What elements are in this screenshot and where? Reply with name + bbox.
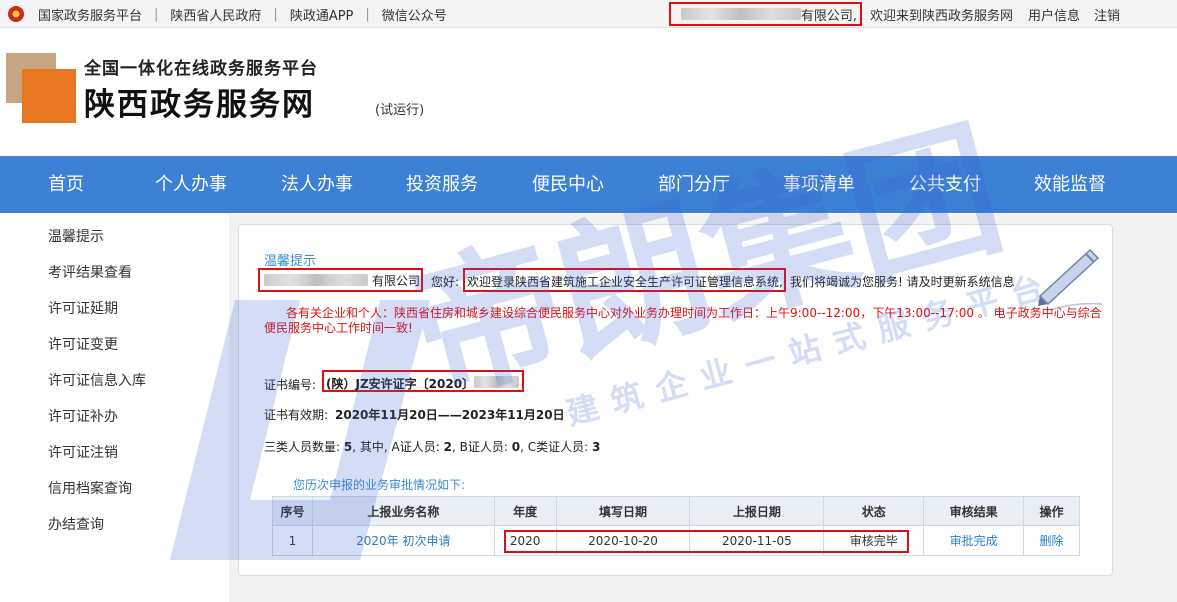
notice-line-2: 便民服务中心工作时间一致! xyxy=(264,321,413,335)
staff-label: 三类人员数量: xyxy=(264,440,341,454)
tip-title: 温馨提示 xyxy=(264,254,317,269)
history-caption: 您历次申报的业务审批情况如下: xyxy=(293,478,466,492)
col-report-date: 上报日期 xyxy=(689,496,825,526)
nav-departments[interactable]: 部门分厅 xyxy=(658,156,730,213)
staff-count-row: 三类人员数量: 5, 其中, A证人员: 2, B证人员: 0, C类证人员: … xyxy=(264,440,601,454)
col-business-name: 上报业务名称 xyxy=(311,496,495,526)
redacted-company-name xyxy=(680,8,801,20)
a-value: 2 xyxy=(443,440,452,454)
delete-link[interactable]: 删除 xyxy=(1023,525,1080,556)
separator: | xyxy=(273,6,278,22)
col-status: 状态 xyxy=(823,496,925,526)
sidebar-item-tips[interactable]: 温馨提示 xyxy=(48,226,104,246)
sidebar-item-entry[interactable]: 许可证信息入库 xyxy=(48,370,146,390)
b-label: B证人员: xyxy=(459,440,508,454)
sidebar-item-reissue[interactable]: 许可证补办 xyxy=(48,406,118,426)
c-label: C类证人员: xyxy=(527,440,589,454)
nav-home[interactable]: 首页 xyxy=(48,156,84,213)
site-title[interactable]: 陕西政务服务网 xyxy=(84,79,315,124)
nav-investment[interactable]: 投资服务 xyxy=(406,156,478,213)
company-suffix: 有限公司 xyxy=(372,274,421,288)
site-header: 全国一体化在线政务服务平台 陕西政务服务网 (试运行) xyxy=(0,29,1177,156)
sidebar-item-change[interactable]: 许可证变更 xyxy=(48,334,118,354)
staff-total: 5 xyxy=(343,440,353,454)
national-emblem-icon xyxy=(8,6,24,22)
link-national-platform[interactable]: 国家政务服务平台 xyxy=(32,5,148,24)
nav-convenience[interactable]: 便民中心 xyxy=(532,156,604,213)
redacted-company-name xyxy=(264,274,368,286)
cert-no-label: 证书编号: xyxy=(264,378,317,392)
top-links: 国家政务服务平台 | 陕西省人民政府 | 陕政通APP | 微信公众号 xyxy=(8,0,453,28)
cert-no-value: (陕）JZ安许证字〔2020〕 xyxy=(326,377,475,391)
user-info-link[interactable]: 用户信息 xyxy=(1021,5,1087,24)
service-note: 我们将竭诚为您服务! 请及时更新系统信息 xyxy=(790,275,1015,289)
row-result-link[interactable]: 审批完成 xyxy=(923,525,1025,556)
logout-link[interactable]: 注销 xyxy=(1087,5,1127,24)
link-app[interactable]: 陕政通APP xyxy=(284,5,360,24)
nav-legal-person[interactable]: 法人办事 xyxy=(281,156,353,213)
welcome-text: 欢迎来到陕西政务服务网 xyxy=(869,8,1013,24)
sidebar-item-extension[interactable]: 许可证延期 xyxy=(48,298,118,318)
sidebar-item-credit[interactable]: 信用档案查询 xyxy=(48,478,132,498)
link-wechat[interactable]: 微信公众号 xyxy=(376,5,453,24)
col-action: 操作 xyxy=(1023,496,1080,526)
c-value: 3 xyxy=(591,440,601,454)
nav-payment[interactable]: 公共支付 xyxy=(909,156,981,213)
col-result: 审核结果 xyxy=(923,496,1025,526)
link-shaanxi-government[interactable]: 陕西省人民政府 xyxy=(164,5,267,24)
site-subtitle: 全国一体化在线政务服务平台 xyxy=(84,59,318,79)
trial-label: (试运行) xyxy=(375,103,425,118)
company-name-highlight: 有限公司, xyxy=(668,2,862,26)
nav-supervision[interactable]: 效能监督 xyxy=(1034,156,1106,213)
col-fill-date: 填写日期 xyxy=(555,496,691,526)
staff-sep: , 其中, xyxy=(352,440,388,454)
validity-label: 证书有效期: xyxy=(264,408,329,422)
col-year: 年度 xyxy=(493,496,557,526)
sidebar-item-completed[interactable]: 办结查询 xyxy=(48,514,104,534)
row-business-name-link[interactable]: 2020年 初次申请 xyxy=(311,525,495,556)
site-logo-icon[interactable] xyxy=(6,53,76,123)
b-value: 0 xyxy=(511,440,521,454)
nav-item-list[interactable]: 事项清单 xyxy=(783,156,855,213)
col-index: 序号 xyxy=(272,496,313,526)
validity-value: 2020年11月20日——2023年11月20日 xyxy=(335,408,565,422)
main-nav: 首页 个人办事 法人办事 投资服务 便民中心 部门分厅 事项清单 公共支付 效能… xyxy=(0,156,1177,213)
row-dates-highlight xyxy=(504,530,909,553)
top-bar: 国家政务服务平台 | 陕西省人民政府 | 陕政通APP | 微信公众号 有限公司… xyxy=(0,0,1177,28)
company-suffix: 有限公司, xyxy=(800,8,857,24)
table-header-row: 序号 上报业务名称 年度 填写日期 上报日期 状态 审核结果 操作 xyxy=(272,496,1080,526)
a-label: A证人员: xyxy=(391,440,440,454)
user-area: 有限公司, 欢迎来到陕西政务服务网 用户信息 注销 xyxy=(668,0,1127,28)
sidebar-item-cancel[interactable]: 许可证注销 xyxy=(48,442,118,462)
row-index: 1 xyxy=(272,525,313,556)
redacted-cert-number xyxy=(474,376,519,388)
system-welcome: 欢迎登录陕西省建筑施工企业安全生产许可证管理信息系统, xyxy=(467,275,783,289)
sidebar: 温馨提示 考评结果查看 许可证延期 许可证变更 许可证信息入库 许可证补办 许可… xyxy=(0,214,218,602)
nav-personal[interactable]: 个人办事 xyxy=(155,156,227,213)
sidebar-item-evaluation[interactable]: 考评结果查看 xyxy=(48,262,132,282)
greeting: 您好: xyxy=(431,275,460,289)
separator: | xyxy=(365,6,370,22)
separator: | xyxy=(154,6,159,22)
